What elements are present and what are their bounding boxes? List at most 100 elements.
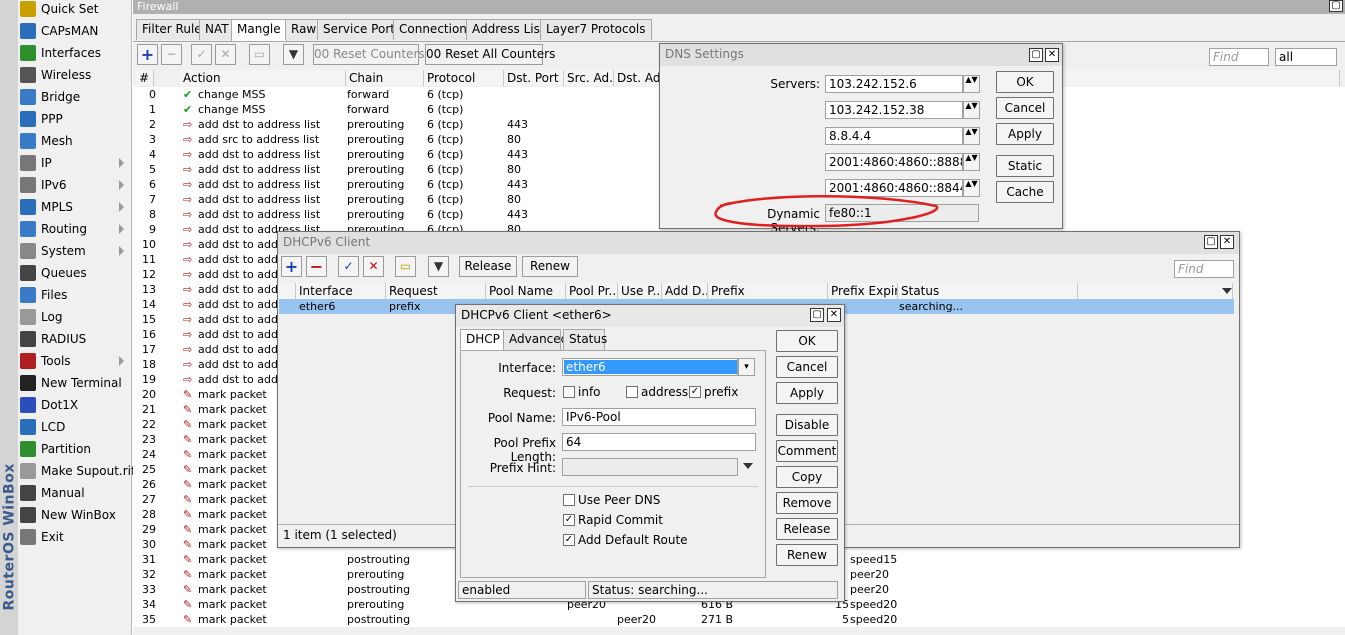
tab-advanced[interactable]: Advanced bbox=[503, 329, 568, 350]
request-prefix-checkbox[interactable]: ✓ bbox=[689, 386, 701, 398]
col-src-ad[interactable]: Src. Ad... bbox=[564, 70, 614, 86]
sidebar-item-quick-set[interactable]: Quick Set bbox=[20, 0, 130, 20]
dialog-renew-button[interactable]: Renew bbox=[776, 544, 838, 566]
add-icon[interactable]: + bbox=[281, 256, 302, 277]
dns-apply-button[interactable]: Apply bbox=[996, 123, 1054, 145]
dns-server-input[interactable]: 103.242.152.38 bbox=[825, 101, 963, 119]
request-info-checkbox[interactable] bbox=[563, 386, 575, 398]
dialog-remove-button[interactable]: Remove bbox=[776, 492, 838, 514]
sidebar-item-routing[interactable]: Routing bbox=[20, 218, 130, 240]
sidebar-item-queues[interactable]: Queues bbox=[20, 262, 130, 284]
col-chain[interactable]: Chain bbox=[346, 70, 424, 86]
col-add-d[interactable]: Add D... bbox=[662, 283, 708, 299]
remove-icon[interactable]: − bbox=[161, 44, 182, 65]
spinner-icon[interactable]: ▲▼ bbox=[963, 153, 980, 171]
filter-select[interactable]: all bbox=[1275, 48, 1337, 66]
find-input[interactable]: Find bbox=[1174, 260, 1234, 278]
col-use-p[interactable]: Use P... bbox=[618, 283, 662, 299]
col-pool-name[interactable]: Pool Name bbox=[486, 283, 566, 299]
spinner-icon[interactable]: ▲▼ bbox=[963, 101, 980, 119]
rapid-commit-checkbox[interactable]: ✓ bbox=[563, 514, 575, 526]
columns-dropdown-icon[interactable] bbox=[1222, 288, 1232, 294]
col-protocol[interactable]: Protocol bbox=[424, 70, 504, 86]
dialog-comment-button[interactable]: Comment bbox=[776, 440, 838, 462]
close-icon[interactable]: ✕ bbox=[827, 308, 841, 322]
dns-server-input[interactable]: 8.8.4.4 bbox=[825, 127, 963, 145]
table-row[interactable]: 35 ✎ mark packet postrouting peer20 bbox=[133, 612, 1345, 627]
close-icon[interactable]: ✕ bbox=[1045, 48, 1059, 62]
comment-icon[interactable]: ▭ bbox=[249, 44, 270, 65]
sidebar-item-ppp[interactable]: PPP bbox=[20, 108, 130, 130]
maximize-icon[interactable]: ▢ bbox=[810, 308, 824, 322]
dialog-release-button[interactable]: Release bbox=[776, 518, 838, 540]
col-request[interactable]: Request bbox=[386, 283, 486, 299]
release-button[interactable]: Release bbox=[459, 256, 517, 277]
spinner-icon[interactable]: ▲▼ bbox=[963, 75, 980, 93]
sidebar-item-partition[interactable]: Partition bbox=[20, 438, 130, 460]
renew-button[interactable]: Renew bbox=[522, 256, 578, 277]
col-dst-port[interactable]: Dst. Port bbox=[504, 70, 564, 86]
reset-all-counters-button[interactable]: 00 Reset All Counters bbox=[425, 44, 555, 65]
col-status[interactable]: Status bbox=[898, 283, 1078, 299]
sidebar-item-system[interactable]: System bbox=[20, 240, 130, 262]
sidebar-item-new-winbox[interactable]: New WinBox bbox=[20, 504, 130, 526]
dialog-apply-button[interactable]: Apply bbox=[776, 382, 838, 404]
sidebar-item-ip[interactable]: IP bbox=[20, 152, 130, 174]
tab-dhcp[interactable]: DHCP bbox=[460, 329, 504, 351]
sidebar-item-log[interactable]: Log bbox=[20, 306, 130, 328]
request-address-checkbox[interactable] bbox=[626, 386, 638, 398]
sidebar-item-lcd[interactable]: LCD bbox=[20, 416, 130, 438]
sidebar-item-manual[interactable]: Manual bbox=[20, 482, 130, 504]
sidebar-item-wireless[interactable]: Wireless bbox=[20, 64, 130, 86]
find-input[interactable]: Find bbox=[1209, 48, 1269, 66]
spinner-icon[interactable]: ▲▼ bbox=[963, 179, 980, 197]
interface-select[interactable]: ether6 bbox=[562, 358, 738, 376]
filter-icon[interactable]: ▼ bbox=[283, 44, 304, 65]
sidebar-item-radius[interactable]: RADIUS bbox=[20, 328, 130, 350]
enable-icon[interactable]: ✓ bbox=[338, 256, 359, 277]
tab-mangle[interactable]: Mangle bbox=[231, 19, 287, 41]
sidebar-item-make-supout-rif[interactable]: Make Supout.rif bbox=[20, 460, 135, 482]
prefix-hint-input[interactable] bbox=[562, 458, 738, 476]
maximize-icon[interactable]: ▢ bbox=[1204, 235, 1218, 249]
disable-icon[interactable]: ✕ bbox=[363, 256, 384, 277]
spinner-icon[interactable]: ▲▼ bbox=[963, 127, 980, 145]
disable-icon[interactable]: ✕ bbox=[215, 44, 236, 65]
dns-server-input[interactable]: 2001:4860:4860::8888 bbox=[825, 153, 963, 171]
dialog-disable-button[interactable]: Disable bbox=[776, 414, 838, 436]
pool-prefix-length-input[interactable]: 64 bbox=[562, 433, 756, 451]
col-dst-ad[interactable]: Dst. Ad... bbox=[614, 70, 660, 86]
sidebar-item-files[interactable]: Files bbox=[20, 284, 130, 306]
sidebar-item-mesh[interactable]: Mesh bbox=[20, 130, 130, 152]
col-interface[interactable]: Interface bbox=[296, 283, 386, 299]
sidebar-item-tools[interactable]: Tools bbox=[20, 350, 130, 372]
use-peer-dns-checkbox[interactable] bbox=[563, 494, 575, 506]
sidebar-item-capsman[interactable]: CAPsMAN bbox=[20, 20, 130, 42]
dns-static-button[interactable]: Static bbox=[996, 155, 1054, 177]
close-icon[interactable]: ✕ bbox=[1220, 235, 1234, 249]
col-prefix-expir[interactable]: Prefix Expir... bbox=[828, 283, 898, 299]
enable-icon[interactable]: ✓ bbox=[191, 44, 212, 65]
sidebar-item-interfaces[interactable]: Interfaces bbox=[20, 42, 130, 64]
dns-cancel-button[interactable]: Cancel bbox=[996, 97, 1054, 119]
interface-dropdown-icon[interactable]: ▾ bbox=[738, 358, 755, 376]
add-icon[interactable]: + bbox=[137, 44, 158, 65]
sidebar-item-exit[interactable]: Exit bbox=[20, 526, 130, 548]
col-pool-pr[interactable]: Pool Pr... bbox=[566, 283, 618, 299]
remove-icon[interactable]: − bbox=[306, 256, 327, 277]
maximize-icon[interactable]: ▢ bbox=[1029, 48, 1043, 62]
sidebar-item-new-terminal[interactable]: New Terminal bbox=[20, 372, 130, 394]
pool-name-input[interactable]: IPv6-Pool bbox=[562, 408, 756, 426]
filter-icon[interactable]: ▼ bbox=[428, 256, 449, 277]
sidebar-item-bridge[interactable]: Bridge bbox=[20, 86, 130, 108]
maximize-icon[interactable]: ▢ bbox=[1329, 0, 1343, 12]
add-default-route-checkbox[interactable]: ✓ bbox=[563, 534, 575, 546]
tab-nat[interactable]: NAT bbox=[199, 19, 235, 40]
col-prefix[interactable]: Prefix bbox=[708, 283, 828, 299]
col-action[interactable]: Action bbox=[180, 70, 346, 86]
dns-ok-button[interactable]: OK bbox=[996, 71, 1054, 93]
dns-server-input[interactable]: 103.242.152.6 bbox=[825, 75, 963, 93]
sidebar-item-ipv6[interactable]: IPv6 bbox=[20, 174, 130, 196]
tab-layer7-protocols[interactable]: Layer7 Protocols bbox=[540, 19, 652, 40]
col-[interactable]: # bbox=[136, 70, 154, 86]
